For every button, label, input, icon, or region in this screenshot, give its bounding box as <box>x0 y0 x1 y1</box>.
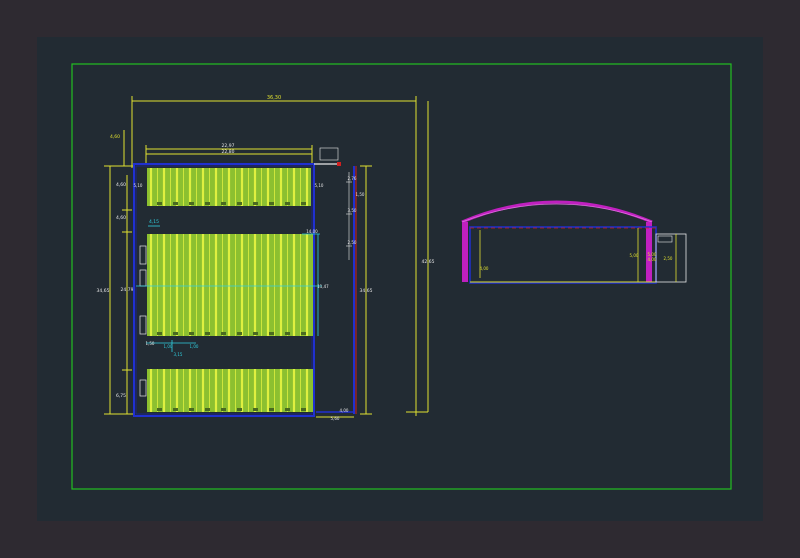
section-right-height-3: 2,50 <box>664 256 673 261</box>
dim-left-top-2: 4,60 <box>116 215 126 221</box>
dim-mid-right-2: 11,47 <box>317 284 329 289</box>
dim-right-inner: 34,65 <box>360 288 373 294</box>
dim-left-bottom: 6,75 <box>116 393 126 399</box>
dim-stair-1: 2,76 <box>348 176 357 181</box>
dim-stair-2: 3,50 <box>348 208 357 213</box>
dim-bottom-small-2: 4,00 <box>340 408 349 413</box>
panel-foot <box>221 202 226 205</box>
section-right-height-2: 4,00 <box>648 257 657 262</box>
dim-left-overall: 34,65 <box>97 288 110 294</box>
panel-foot <box>157 332 162 335</box>
panel-foot <box>301 408 306 411</box>
panel-foot <box>301 202 306 205</box>
panel-foot <box>205 332 210 335</box>
panel-foot <box>269 332 274 335</box>
section-outer-height: 5,00 <box>630 253 639 258</box>
dim-cyan-1: 4,15 <box>149 219 159 225</box>
panel-foot <box>237 408 242 411</box>
panel-foot <box>253 332 258 335</box>
left-column <box>462 222 468 282</box>
dim-stair-4: 1,50 <box>356 192 365 197</box>
dim-left-offset: 4,60 <box>110 134 120 140</box>
panel-foot <box>173 332 178 335</box>
dim-top-inner-1: 22,97 <box>222 143 235 149</box>
panel-foot <box>173 408 178 411</box>
dim-left-mid: 24,79 <box>121 287 134 293</box>
panel-foot <box>221 408 226 411</box>
dim-section-top-right: 5,10 <box>315 183 324 188</box>
panel-foot <box>189 408 194 411</box>
panel-foot <box>157 202 162 205</box>
panel-foot <box>205 202 210 205</box>
panel-foot <box>285 332 290 335</box>
panel-foot <box>157 408 162 411</box>
dim-stair-3: 2,50 <box>348 240 357 245</box>
panel-foot <box>237 202 242 205</box>
panel-foot <box>189 202 194 205</box>
dim-bottom-small: 5,60 <box>331 416 340 421</box>
panel-foot <box>269 408 274 411</box>
panel-foot <box>253 408 258 411</box>
panel-foot <box>205 408 210 411</box>
dim-cyan-2: 1,00 <box>164 344 173 349</box>
dim-top-overall: 36,30 <box>267 95 281 101</box>
panel-foot <box>189 332 194 335</box>
dim-top-inner-2: 22,80 <box>222 149 235 155</box>
panel-foot <box>285 202 290 205</box>
panel-foot <box>221 332 226 335</box>
panel-foot <box>253 202 258 205</box>
dim-right-overall: 42,65 <box>422 259 435 265</box>
panel-foot <box>173 202 178 205</box>
dim-section-top-left: 5,10 <box>134 183 143 188</box>
panel-foot <box>237 332 242 335</box>
dim-left-top-1: 4,60 <box>116 182 126 188</box>
dim-cyan-5: 1,50 <box>146 341 155 346</box>
dim-cyan-3: 1,00 <box>190 344 199 349</box>
panel-foot <box>269 202 274 205</box>
dim-cyan-4: 3,15 <box>174 352 183 357</box>
dim-mid-right-1: 14,00 <box>306 229 318 234</box>
panel-foot <box>285 408 290 411</box>
panel-foot <box>301 332 306 335</box>
cad-drawing-canvas[interactable]: 36,30 22,97 22,80 4,60 42,65 34,65 34,65… <box>0 0 800 558</box>
section-left-height: 4,00 <box>480 266 489 271</box>
